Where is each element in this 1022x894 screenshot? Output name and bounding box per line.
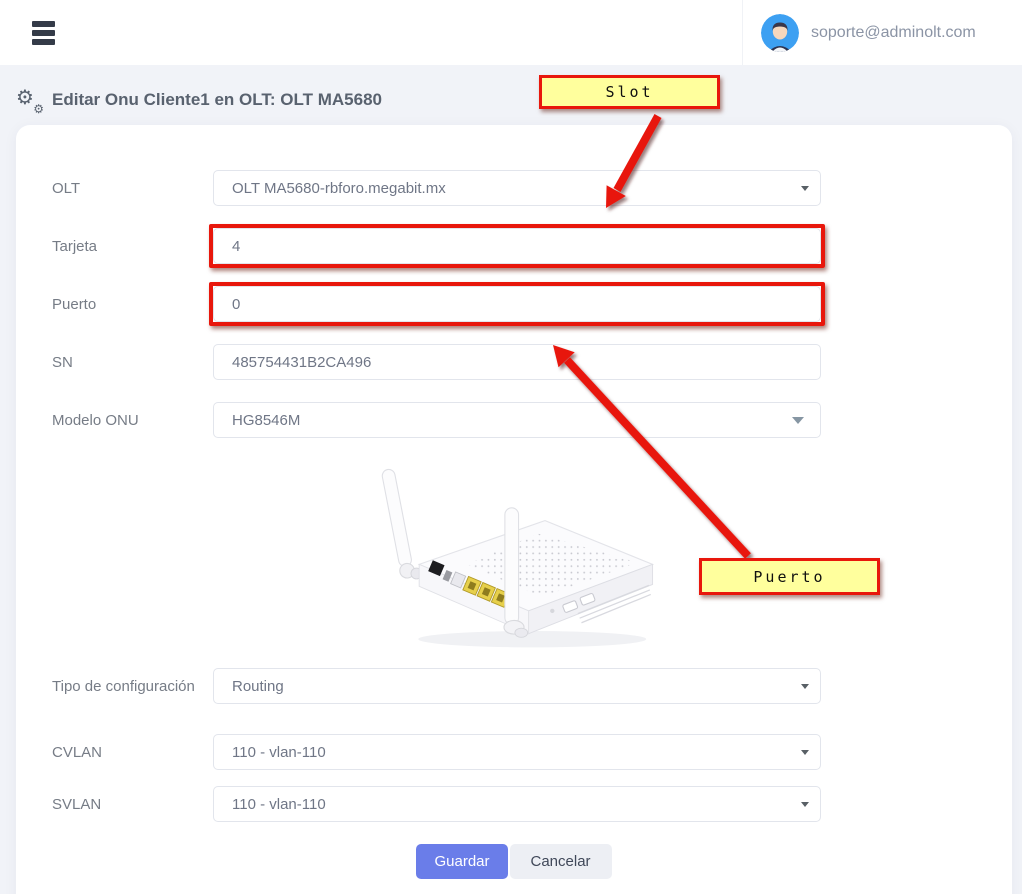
user-avatar — [761, 14, 799, 52]
puerto-annotation-callout: Puerto — [699, 558, 880, 595]
form-row-tarjeta: Tarjeta 4 — [16, 228, 1012, 264]
slot-annotation-label: Slot — [605, 83, 653, 101]
tipo-configuracion-select[interactable]: Routing — [213, 668, 821, 704]
modelo-onu-select[interactable]: HG8546M — [213, 402, 821, 438]
form-row-cvlan: CVLAN 110 - vlan-110 — [16, 734, 1012, 770]
save-button[interactable]: Guardar — [416, 844, 507, 879]
cogs-icon: ⚙ ⚙ — [16, 88, 44, 112]
cvlan-label: CVLAN — [52, 734, 213, 763]
tarjeta-label: Tarjeta — [52, 228, 213, 257]
sn-input[interactable] — [213, 344, 821, 380]
tarjeta-select[interactable]: 4 — [213, 228, 821, 264]
edit-onu-form-card: OLT OLT MA5680-rbforo.megabit.mx Tarjeta… — [16, 125, 1012, 894]
olt-select-value: OLT MA5680-rbforo.megabit.mx — [232, 180, 446, 197]
page-title-row: ⚙ ⚙ Editar Onu Cliente1 en OLT: OLT MA56… — [16, 88, 382, 112]
form-row-sn: SN — [16, 344, 1012, 380]
olt-select[interactable]: OLT MA5680-rbforo.megabit.mx — [213, 170, 821, 206]
form-row-tipo-configuracion: Tipo de configuración Routing — [16, 668, 1012, 704]
form-row-puerto: Puerto 0 — [16, 286, 1012, 322]
tipo-configuracion-label: Tipo de configuración — [52, 668, 213, 697]
form-actions: Guardar Cancelar — [16, 844, 1012, 879]
svlan-select-value: 110 - vlan-110 — [232, 796, 326, 813]
form-row-olt: OLT OLT MA5680-rbforo.megabit.mx — [16, 170, 1012, 206]
olt-label: OLT — [52, 170, 213, 199]
onu-product-image — [359, 460, 669, 656]
user-email: soporte@adminolt.com — [811, 24, 976, 42]
puerto-label: Puerto — [52, 286, 213, 315]
form-row-modelo: Modelo ONU HG8546M — [16, 402, 1012, 438]
cvlan-select[interactable]: 110 - vlan-110 — [213, 734, 821, 770]
puerto-highlight-box: 0 — [209, 282, 825, 326]
puerto-annotation-label: Puerto — [753, 568, 825, 586]
svlan-select[interactable]: 110 - vlan-110 — [213, 786, 821, 822]
hamburger-menu-icon[interactable] — [32, 21, 56, 45]
cancel-button[interactable]: Cancelar — [510, 844, 612, 879]
puerto-select[interactable]: 0 — [213, 286, 821, 322]
user-account-block[interactable]: soporte@adminolt.com — [742, 0, 1012, 65]
cvlan-select-value: 110 - vlan-110 — [232, 744, 326, 761]
sn-label: SN — [52, 344, 213, 373]
tipo-configuracion-select-value: Routing — [232, 678, 284, 695]
svlan-label: SVLAN — [52, 786, 213, 815]
tarjeta-highlight-box: 4 — [209, 224, 825, 268]
slot-annotation-callout: Slot — [539, 75, 720, 109]
modelo-onu-select-value: HG8546M — [232, 412, 300, 429]
form-row-svlan: SVLAN 110 - vlan-110 — [16, 786, 1012, 822]
page-title: Editar Onu Cliente1 en OLT: OLT MA5680 — [52, 90, 382, 110]
modelo-onu-label: Modelo ONU — [52, 402, 213, 431]
tarjeta-select-value: 4 — [232, 238, 240, 255]
top-header: soporte@adminolt.com — [0, 0, 1022, 65]
puerto-select-value: 0 — [232, 296, 240, 313]
